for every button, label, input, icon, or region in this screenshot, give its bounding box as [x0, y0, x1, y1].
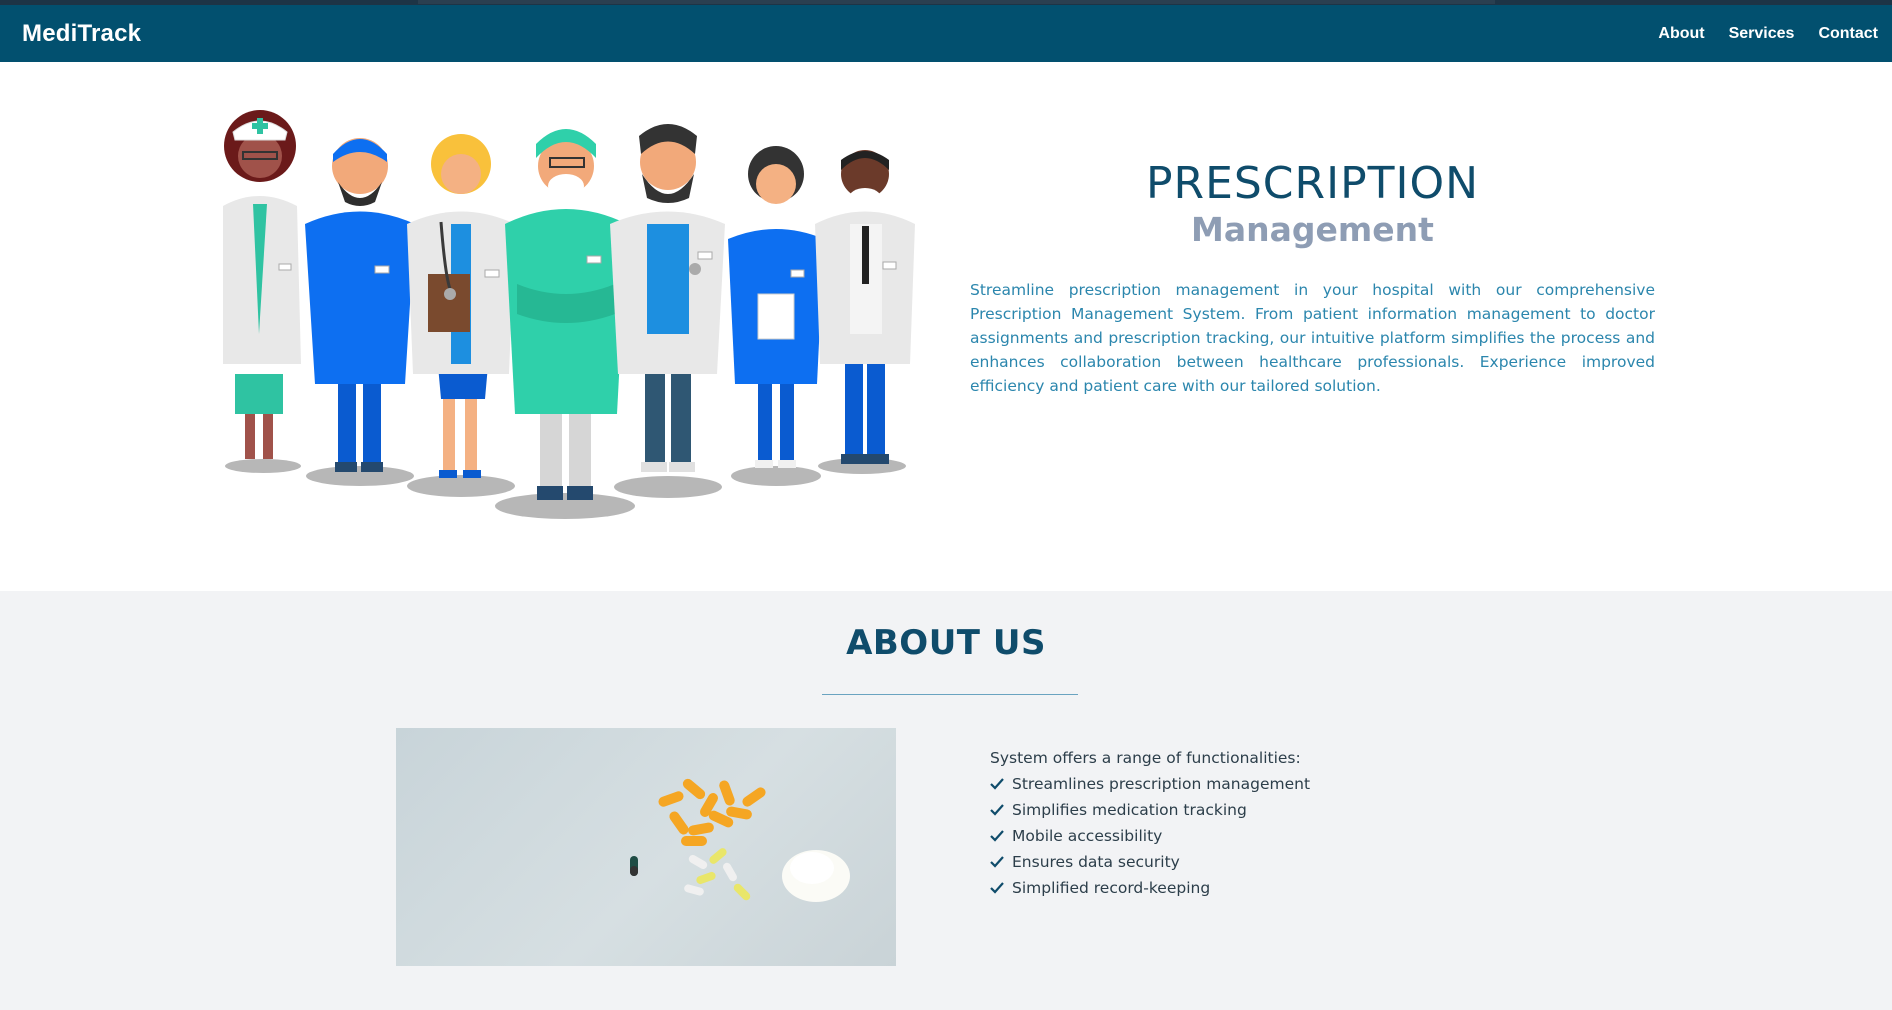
nav-link-services[interactable]: Services	[1729, 25, 1795, 43]
about-section: ABOUT US System offers a range of functi…	[0, 591, 1892, 1010]
check-icon	[990, 830, 1004, 842]
nav-link-about[interactable]: About	[1658, 25, 1704, 43]
about-divider	[822, 694, 1078, 695]
list-item: Simplified record-keeping	[990, 875, 1310, 901]
feature-list: Streamlines prescription management Simp…	[990, 771, 1310, 901]
nav-menu: About Services Contact	[1634, 25, 1878, 43]
hero-title: PRESCRIPTION	[1145, 158, 1480, 209]
pills-photo	[396, 728, 896, 966]
hero-description: Streamline prescription management in yo…	[970, 281, 1655, 395]
check-icon	[990, 856, 1004, 868]
list-item: Streamlines prescription management	[990, 771, 1310, 797]
brand-logo[interactable]: MediTrack	[22, 20, 141, 48]
feature-label: Streamlines prescription management	[1012, 775, 1311, 793]
hero-section: PRESCRIPTION Management Streamline presc…	[0, 62, 1892, 591]
list-item: Simplifies medication tracking	[990, 797, 1310, 823]
list-item: Ensures data security	[990, 849, 1310, 875]
feature-label: Mobile accessibility	[1012, 827, 1163, 845]
hero-text-block: PRESCRIPTION Management Streamline presc…	[970, 158, 1655, 398]
feature-label: Simplifies medication tracking	[1012, 801, 1247, 819]
features-intro: System offers a range of functionalities…	[990, 749, 1301, 767]
about-title: ABOUT US	[846, 623, 1046, 663]
medical-staff-illustration	[223, 110, 915, 519]
check-icon	[990, 882, 1004, 894]
list-item: Mobile accessibility	[990, 823, 1310, 849]
check-icon	[990, 804, 1004, 816]
nav-link-contact[interactable]: Contact	[1818, 25, 1878, 43]
feature-label: Simplified record-keeping	[1012, 879, 1211, 897]
check-icon	[990, 778, 1004, 790]
features-block: System offers a range of functionalities…	[990, 745, 1310, 901]
feature-label: Ensures data security	[1012, 853, 1180, 871]
hero-subtitle: Management	[1191, 210, 1434, 249]
navbar: MediTrack About Services Contact	[0, 5, 1892, 62]
